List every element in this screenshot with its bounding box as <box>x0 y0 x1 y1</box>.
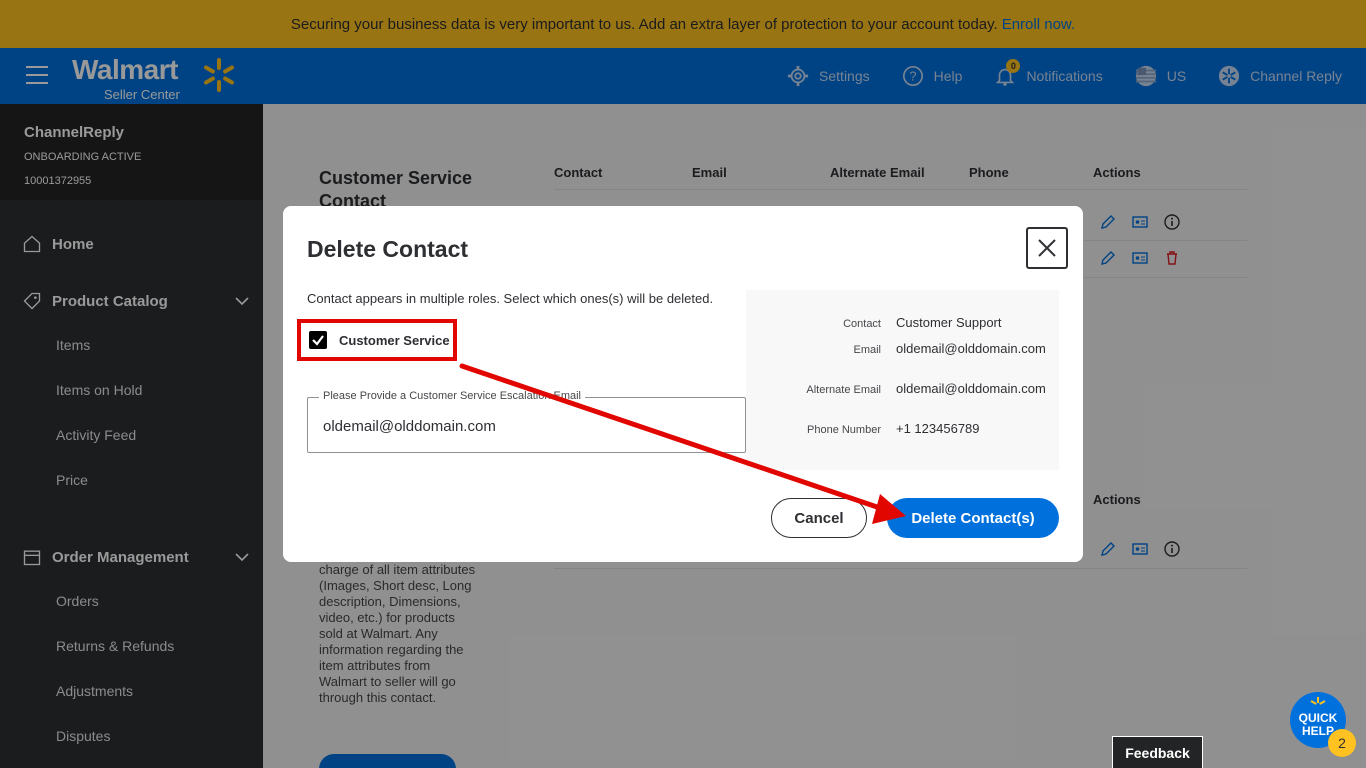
info-key-contact: Contact <box>843 318 881 330</box>
modal-description: Contact appears in multiple roles. Selec… <box>307 291 714 306</box>
checkbox-label: Customer Service <box>339 332 450 348</box>
quick-help-badge: 2 <box>1328 729 1356 757</box>
delete-contacts-button[interactable]: Delete Contact(s) <box>887 498 1059 538</box>
info-value-alternate-email: oldemail@olddomain.com <box>896 381 1046 396</box>
checkmark-icon <box>312 335 324 346</box>
close-button[interactable] <box>1026 227 1068 269</box>
info-value-phone: +1 123456789 <box>896 421 980 436</box>
field-label: Please Provide a Customer Service Escala… <box>319 390 586 402</box>
contact-info-panel: Contact Customer Support Email oldemail@… <box>746 290 1059 470</box>
customer-service-checkbox-highlight[interactable]: Customer Service <box>297 319 457 361</box>
customer-service-checkbox[interactable] <box>309 331 327 349</box>
feedback-button[interactable]: Feedback <box>1112 736 1203 768</box>
close-icon <box>1038 239 1056 257</box>
info-value-email: oldemail@olddomain.com <box>896 341 1046 356</box>
info-key-phone: Phone Number <box>807 424 881 436</box>
field-value: oldemail@olddomain.com <box>323 418 496 435</box>
delete-contact-modal: Delete Contact Contact appears in multip… <box>283 206 1083 562</box>
info-key-alternate-email: Alternate Email <box>806 384 881 396</box>
escalation-email-field[interactable]: Please Provide a Customer Service Escala… <box>307 390 746 453</box>
info-value-contact: Customer Support <box>896 315 1002 330</box>
info-key-email: Email <box>853 344 881 356</box>
cancel-button[interactable]: Cancel <box>771 498 867 538</box>
spark-icon <box>1310 697 1326 705</box>
modal-title: Delete Contact <box>307 236 469 262</box>
